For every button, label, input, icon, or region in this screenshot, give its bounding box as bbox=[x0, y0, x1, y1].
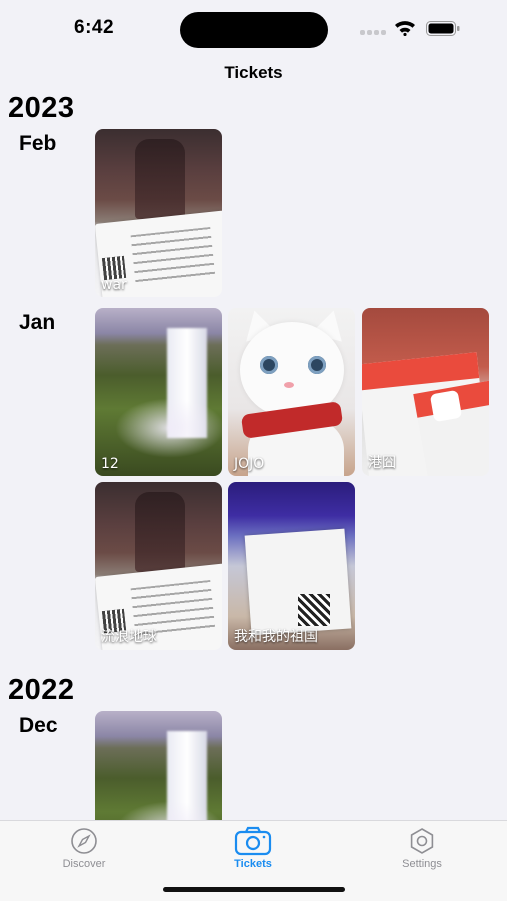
ticket-thumbnail[interactable]: 我和我的祖国 bbox=[228, 482, 355, 650]
year-header: 2022 bbox=[8, 674, 75, 706]
status-bar: 6:42 bbox=[0, 0, 507, 56]
year-header: 2023 bbox=[8, 92, 75, 124]
tab-label: Tickets bbox=[234, 858, 272, 870]
status-time: 6:42 bbox=[74, 17, 115, 38]
hexagon-gear-icon bbox=[410, 828, 434, 854]
dynamic-island bbox=[180, 12, 328, 48]
tab-label: Settings bbox=[402, 858, 442, 870]
camera-icon bbox=[234, 826, 272, 856]
month-label: Feb bbox=[19, 132, 57, 155]
ticket-caption: JOJO bbox=[234, 456, 265, 472]
tab-tickets[interactable]: Tickets bbox=[203, 826, 303, 870]
month-label: Dec bbox=[19, 714, 58, 737]
ticket-caption: war bbox=[101, 277, 127, 293]
tickets-timeline[interactable]: 2023 Feb war Jan 12 JOJO 港囧 流浪地球 我和我的祖国 … bbox=[0, 90, 507, 820]
ticket-thumbnail[interactable] bbox=[95, 711, 222, 820]
compass-icon bbox=[71, 828, 97, 854]
cellular-signal-icon bbox=[360, 30, 388, 36]
tab-discover[interactable]: Discover bbox=[34, 826, 134, 870]
tab-settings[interactable]: Settings bbox=[372, 826, 472, 870]
ticket-caption: 12 bbox=[101, 456, 119, 472]
ticket-thumbnail[interactable]: 12 bbox=[95, 308, 222, 476]
ticket-caption: 港囧 bbox=[368, 455, 396, 471]
ticket-thumbnail[interactable]: JOJO bbox=[228, 308, 355, 476]
page-title: Tickets bbox=[224, 63, 283, 82]
battery-icon bbox=[426, 21, 460, 36]
ticket-thumbnail[interactable]: 港囧 bbox=[362, 308, 489, 476]
month-label: Jan bbox=[19, 311, 56, 334]
ticket-caption: 流浪地球 bbox=[101, 629, 157, 645]
wifi-icon bbox=[395, 21, 415, 36]
home-indicator[interactable] bbox=[163, 887, 345, 892]
ticket-caption: 我和我的祖国 bbox=[234, 629, 318, 645]
tab-label: Discover bbox=[62, 858, 106, 870]
ticket-thumbnail[interactable]: war bbox=[95, 129, 222, 297]
ticket-thumbnail[interactable]: 流浪地球 bbox=[95, 482, 222, 650]
